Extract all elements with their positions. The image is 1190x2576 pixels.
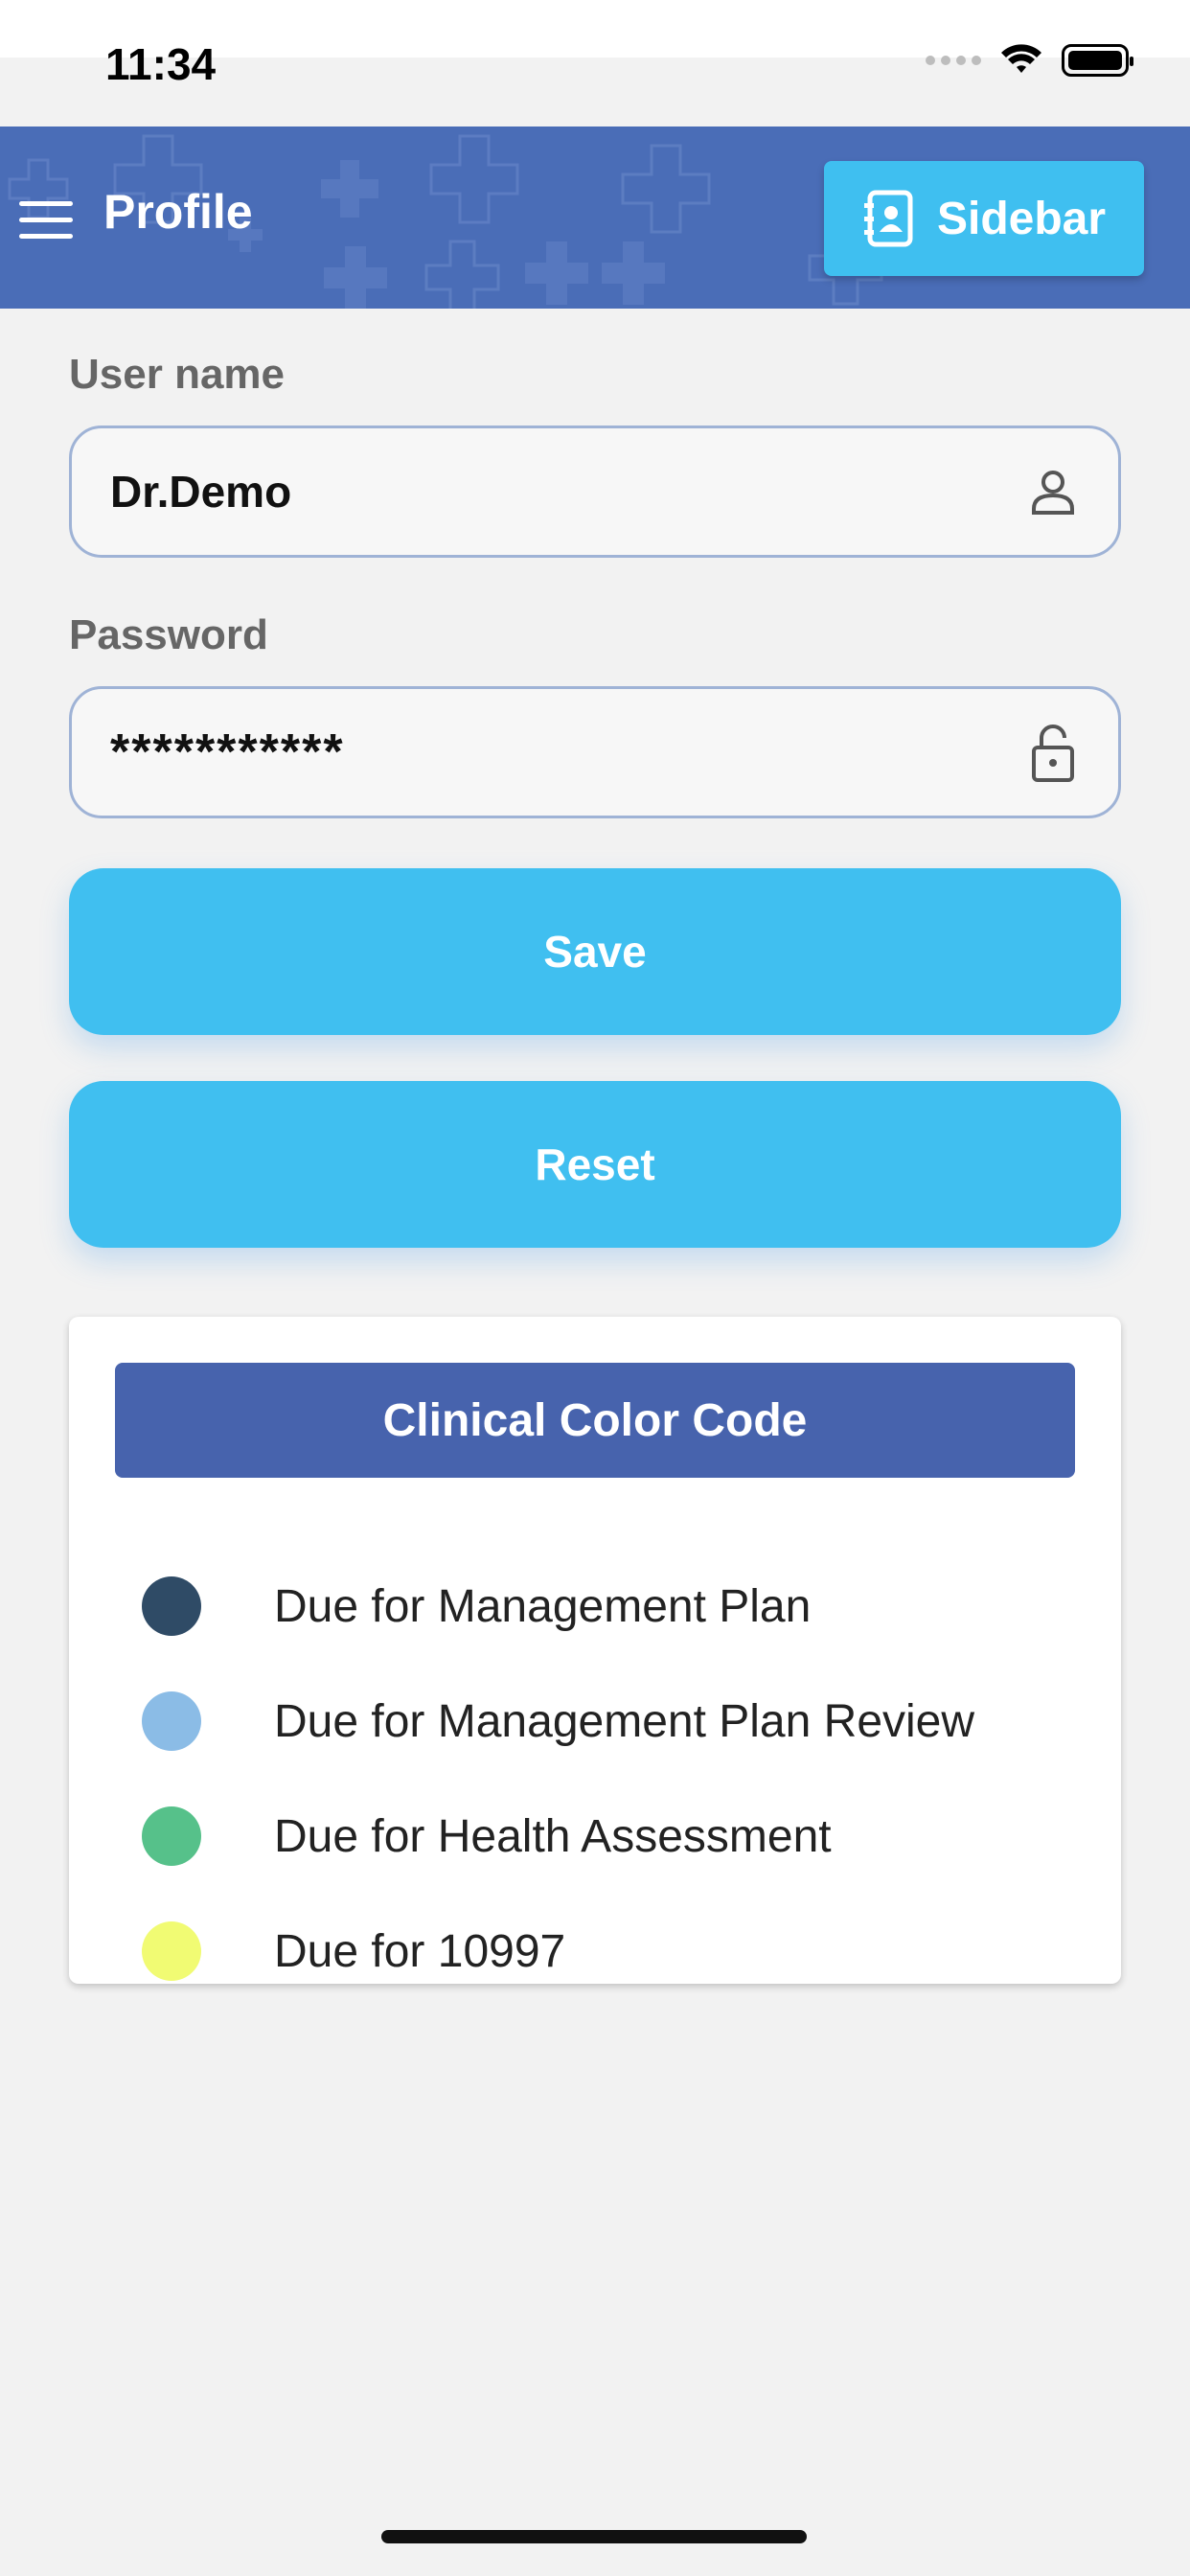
lock-icon [1032,724,1074,782]
sidebar-button-label: Sidebar [936,193,1107,244]
status-dot [142,1806,201,1866]
legend-item: Due for Management Plan Review [69,1673,1121,1769]
status-time: 11:34 [105,39,217,89]
legend-item: Due for Management Plan [69,1558,1121,1654]
color-code-title: Clinical Color Code [115,1363,1075,1478]
hamburger-icon [19,201,73,206]
menu-button[interactable] [19,201,73,240]
user-icon [1032,471,1074,515]
reset-button[interactable]: Reset [69,1081,1121,1248]
status-dot [142,1691,201,1751]
password-field[interactable]: *********** [69,686,1121,818]
app-header: Profile Sidebar [0,126,1190,309]
legend-item-label: Due for Management Plan [274,1580,812,1632]
home-indicator [381,2530,807,2543]
status-icons [926,44,1133,77]
legend-item-label: Due for Management Plan Review [274,1695,975,1747]
wifi-icon [1001,44,1041,73]
password-value: *********** [110,724,345,780]
username-value: Dr.Demo [110,467,292,517]
username-label: User name [69,351,286,398]
save-button[interactable]: Save [69,868,1121,1035]
legend-item: Due for Health Assessment [69,1788,1121,1884]
status-dot [142,1921,201,1981]
contact-book-icon [863,190,913,247]
sidebar-button[interactable]: Sidebar [824,161,1144,276]
legend-item-label: Due for Health Assessment [274,1810,832,1862]
battery-icon [1062,44,1133,77]
legend-item: Due for 10997 [69,1903,1121,1999]
password-label: Password [69,611,268,658]
status-bar: 11:34 [0,0,1190,89]
page-title: Profile [103,185,253,239]
legend-item-label: Due for 10997 [274,1925,566,1977]
status-dot [142,1576,201,1636]
signal-icon [926,56,981,65]
username-field[interactable]: Dr.Demo [69,426,1121,558]
clinical-color-code-card: Clinical Color Code Due for Management P… [69,1317,1121,1984]
